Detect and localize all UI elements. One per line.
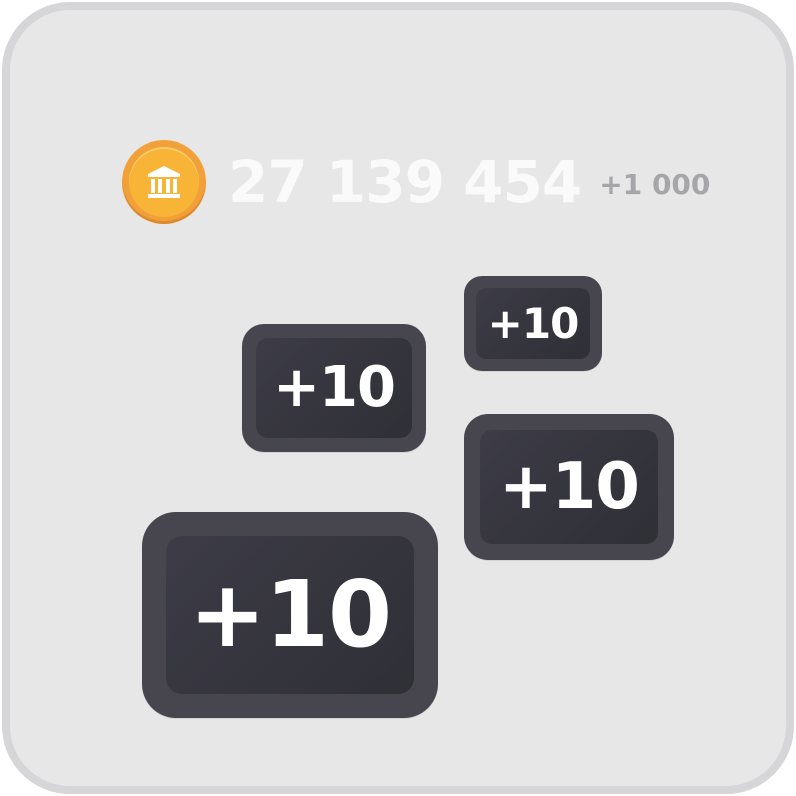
reward-popup-label: +10: [499, 450, 640, 524]
reward-popup-inner: +10: [166, 536, 414, 694]
reward-popup-inner: +10: [480, 430, 658, 544]
balance-amount: 27 139 454: [228, 148, 582, 216]
reward-popup: +10: [242, 324, 426, 452]
balance-delta: +1 000: [599, 168, 711, 201]
reward-popup: +10: [464, 276, 602, 371]
reward-popup-label: +10: [273, 355, 396, 420]
bank-coin-icon: [122, 140, 206, 224]
balance-display: 27 139 454 +1 000: [122, 140, 710, 224]
reward-panel: 27 139 454 +1 000 +10 +10 +10 +10: [2, 2, 794, 794]
reward-popup-label: +10: [487, 298, 580, 348]
reward-popup: +10: [464, 414, 674, 560]
reward-popup-inner: +10: [476, 288, 590, 359]
reward-popup-inner: +10: [256, 338, 412, 438]
reward-popup-label: +10: [188, 561, 392, 668]
reward-popup: +10: [142, 512, 438, 718]
bank-building-icon: [148, 166, 180, 198]
